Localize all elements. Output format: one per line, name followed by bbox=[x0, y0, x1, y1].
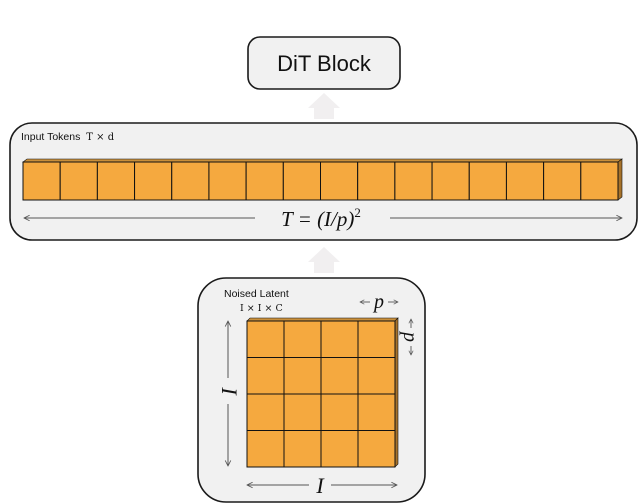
up-arrow-icon bbox=[308, 93, 340, 119]
token-cell bbox=[320, 161, 359, 201]
up-arrow-icon bbox=[308, 247, 340, 273]
token-cell bbox=[208, 161, 247, 201]
token-cell bbox=[22, 161, 61, 201]
dit-patchify-diagram: DiT Block Input Tokens T × d T = (I/p)2 … bbox=[9, 36, 638, 503]
token-cell bbox=[468, 161, 507, 201]
latent-patch bbox=[357, 430, 396, 468]
latent-patch bbox=[246, 430, 285, 468]
latent-patch bbox=[283, 357, 322, 395]
token-cell bbox=[543, 161, 582, 201]
token-strip-side bbox=[617, 158, 623, 201]
patch-height-label: p bbox=[399, 330, 421, 342]
latent-patch bbox=[246, 357, 285, 395]
latent-patch bbox=[357, 320, 396, 358]
latent-patch bbox=[246, 320, 285, 358]
noised-latent-panel: Noised Latent I × I × C p p I I bbox=[197, 277, 426, 503]
input-tokens-title: Input Tokens T × d bbox=[21, 131, 115, 143]
latent-patch bbox=[357, 357, 396, 395]
token-cell bbox=[245, 161, 284, 201]
latent-patch bbox=[283, 393, 322, 431]
patch-width-label: p bbox=[372, 291, 384, 313]
latent-patch bbox=[320, 430, 359, 468]
token-cell bbox=[171, 161, 210, 201]
dit-block: DiT Block bbox=[247, 36, 401, 90]
dit-block-label: DiT Block bbox=[277, 51, 372, 76]
token-cell bbox=[580, 161, 619, 201]
token-cell bbox=[134, 161, 173, 201]
input-tokens-panel: Input Tokens T × d T = (I/p)2 bbox=[9, 122, 638, 241]
token-cell bbox=[431, 161, 470, 201]
noised-latent-title: Noised Latent bbox=[224, 288, 289, 300]
noised-latent-shape: I × I × C bbox=[240, 303, 283, 314]
token-length-formula: T = (I/p)2 bbox=[281, 205, 361, 231]
token-cell bbox=[282, 161, 321, 201]
latent-patch bbox=[357, 393, 396, 431]
token-cell bbox=[505, 161, 545, 201]
token-strip bbox=[22, 158, 623, 201]
latent-patch bbox=[283, 320, 322, 358]
token-cell bbox=[394, 161, 433, 201]
token-cell bbox=[96, 161, 136, 201]
latent-patch bbox=[320, 320, 359, 358]
latent-patch bbox=[246, 393, 285, 431]
latent-patch bbox=[320, 357, 359, 395]
latent-patch bbox=[320, 393, 359, 431]
token-cell bbox=[59, 161, 98, 201]
latent-patch bbox=[283, 430, 322, 468]
latent-grid bbox=[246, 317, 399, 468]
token-cell bbox=[357, 161, 396, 201]
